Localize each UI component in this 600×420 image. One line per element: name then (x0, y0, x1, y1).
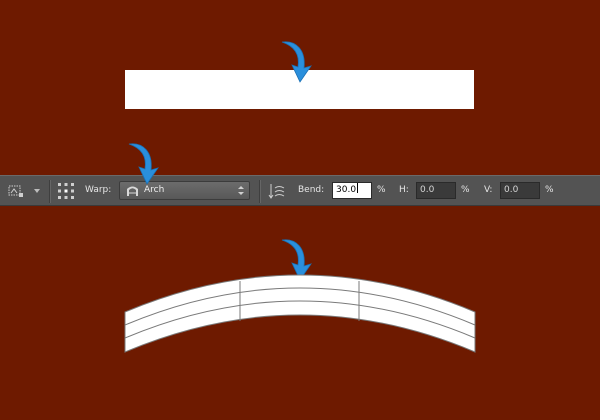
reference-point-grid-icon[interactable] (57, 182, 75, 200)
horizontal-distortion-input[interactable]: 0.0 (416, 182, 456, 199)
chevron-down-icon[interactable] (34, 189, 40, 193)
warp-preset-icon[interactable] (8, 184, 24, 198)
bend-label: Bend: (298, 185, 325, 195)
bend-unit: % (377, 185, 386, 195)
warp-options-bar: Warp: Arch Bend: 30.0 % H: 0.0 % V: 0.0 … (0, 175, 600, 206)
horizontal-distortion-value: 0.0 (420, 185, 435, 195)
bend-input[interactable]: 30.0 (332, 182, 372, 199)
bend-value: 30.0 (336, 185, 357, 195)
chevron-updown-icon (238, 186, 244, 195)
text-caret (357, 183, 359, 193)
pointer-arrow-icon (128, 143, 159, 185)
horizontal-distortion-label: H: (399, 185, 409, 195)
vertical-distortion-unit: % (545, 185, 554, 195)
warp-label: Warp: (85, 185, 112, 195)
toolbar-divider (259, 180, 261, 203)
warped-text-box (124, 274, 476, 353)
horizontal-distortion-unit: % (461, 185, 470, 195)
change-warp-orientation-icon[interactable] (268, 182, 286, 200)
vertical-distortion-label: V: (484, 185, 493, 195)
vertical-distortion-value: 0.0 (504, 185, 519, 195)
toolbar-divider (49, 180, 51, 203)
vertical-distortion-input[interactable]: 0.0 (500, 182, 540, 199)
pointer-arrow-icon (281, 41, 312, 83)
